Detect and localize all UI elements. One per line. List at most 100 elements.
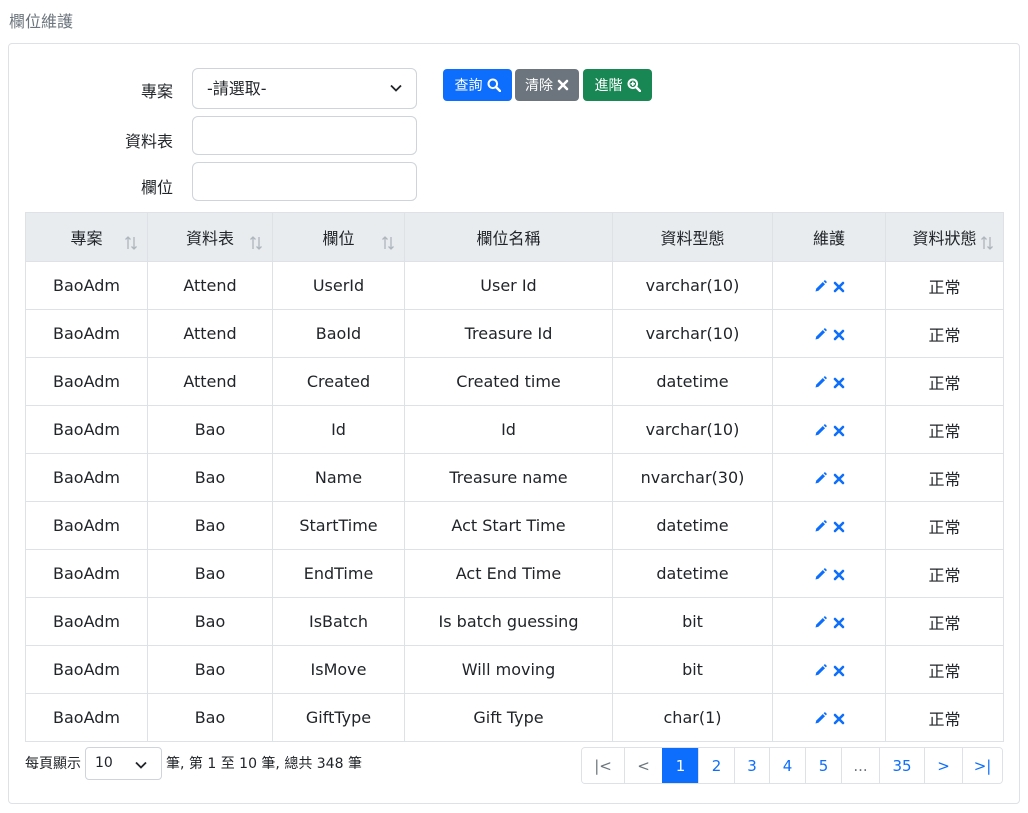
cell-actions bbox=[772, 357, 886, 406]
pencil-icon[interactable] bbox=[814, 568, 827, 581]
cell-field-name: Id bbox=[404, 405, 613, 454]
sort-icon bbox=[981, 236, 993, 250]
sort-icon bbox=[250, 236, 262, 250]
query-button-label: 查詢 bbox=[454, 78, 483, 94]
pencil-icon[interactable] bbox=[814, 664, 827, 677]
header-status[interactable]: 資料狀態 bbox=[885, 212, 1004, 262]
delete-icon[interactable] bbox=[833, 569, 845, 581]
page-prev-button[interactable]: < bbox=[624, 748, 662, 783]
cell-data-type: bit bbox=[612, 645, 773, 694]
cell-field: Id bbox=[272, 405, 405, 454]
advanced-button-label: 進階 bbox=[594, 78, 623, 94]
page-button[interactable]: 35 bbox=[879, 748, 924, 783]
row-actions bbox=[814, 568, 845, 581]
cell-table: Bao bbox=[147, 501, 273, 550]
cell-project: BaoAdm bbox=[25, 309, 148, 358]
cell-status: 正常 bbox=[885, 645, 1004, 694]
cell-field: UserId bbox=[272, 261, 405, 310]
cell-project: BaoAdm bbox=[25, 597, 148, 646]
delete-icon[interactable] bbox=[833, 329, 845, 341]
cell-project: BaoAdm bbox=[25, 405, 148, 454]
pencil-icon[interactable] bbox=[814, 424, 827, 437]
page-first-button[interactable]: |< bbox=[582, 748, 624, 783]
cell-field: StartTime bbox=[272, 501, 405, 550]
delete-icon[interactable] bbox=[833, 521, 845, 533]
page-next-button[interactable]: > bbox=[924, 748, 962, 783]
pencil-icon[interactable] bbox=[814, 520, 827, 533]
cell-table: Bao bbox=[147, 405, 273, 454]
table-label: 資料表 bbox=[124, 132, 173, 151]
pencil-icon[interactable] bbox=[814, 472, 827, 485]
cell-status: 正常 bbox=[885, 405, 1004, 454]
clear-button[interactable]: 清除 bbox=[515, 69, 579, 101]
table-header-row: 專案 資料表 欄位 欄位名稱 資料型態 維護 資料狀態 bbox=[25, 212, 1004, 262]
header-label: 資料表 bbox=[185, 229, 234, 248]
cell-data-type: varchar(10) bbox=[612, 261, 773, 310]
project-select[interactable]: -請選取- bbox=[192, 68, 417, 109]
header-label: 專案 bbox=[70, 229, 103, 248]
cell-actions bbox=[772, 693, 886, 742]
page-title: 欄位維護 bbox=[9, 12, 74, 31]
table-row: BaoAdm Bao IsMove Will moving bit 正常 bbox=[25, 645, 1004, 694]
pencil-icon[interactable] bbox=[814, 712, 827, 725]
table-row: BaoAdm Attend BaoId Treasure Id varchar(10) 正… bbox=[25, 309, 1004, 358]
table-row: BaoAdm Bao GiftType Gift Type char(1) 正常 bbox=[25, 693, 1004, 742]
delete-icon[interactable] bbox=[833, 473, 845, 485]
project-select-value: -請選取- bbox=[207, 79, 267, 98]
delete-icon[interactable] bbox=[833, 617, 845, 629]
cell-table: Attend bbox=[147, 357, 273, 406]
row-actions bbox=[814, 616, 845, 629]
cell-data-type: char(1) bbox=[612, 693, 773, 742]
row-actions bbox=[814, 424, 845, 437]
delete-icon[interactable] bbox=[833, 665, 845, 677]
table-row: BaoAdm Bao Name Treasure name nvarchar(30) 正常 bbox=[25, 453, 1004, 502]
page-button[interactable]: 1 bbox=[662, 748, 698, 783]
cell-actions bbox=[772, 453, 886, 502]
per-page-label: 每頁顯示 bbox=[25, 756, 81, 772]
cell-data-type: bit bbox=[612, 597, 773, 646]
header-data-type: 資料型態 bbox=[612, 212, 773, 262]
chevron-down-icon bbox=[390, 84, 402, 92]
delete-icon[interactable] bbox=[833, 713, 845, 725]
page-button[interactable]: 4 bbox=[769, 748, 805, 783]
table-input[interactable] bbox=[192, 116, 417, 155]
pencil-icon[interactable] bbox=[814, 280, 827, 293]
cell-field: BaoId bbox=[272, 309, 405, 358]
sort-icon bbox=[382, 236, 394, 250]
cell-actions bbox=[772, 549, 886, 598]
cell-data-type: datetime bbox=[612, 501, 773, 550]
table-row: BaoAdm Attend UserId User Id varchar(10) 正常 bbox=[25, 261, 1004, 310]
cell-field-name: Act End Time bbox=[404, 549, 613, 598]
pencil-icon[interactable] bbox=[814, 376, 827, 389]
cell-status: 正常 bbox=[885, 549, 1004, 598]
field-label: 欄位 bbox=[140, 178, 173, 197]
page-button[interactable]: 5 bbox=[805, 748, 841, 783]
delete-icon[interactable] bbox=[833, 377, 845, 389]
delete-icon[interactable] bbox=[833, 425, 845, 437]
header-field-name: 欄位名稱 bbox=[404, 212, 613, 262]
cell-field: IsBatch bbox=[272, 597, 405, 646]
header-field[interactable]: 欄位 bbox=[272, 212, 405, 262]
pencil-icon[interactable] bbox=[814, 616, 827, 629]
cell-status: 正常 bbox=[885, 357, 1004, 406]
page-size-select[interactable]: 10 bbox=[85, 746, 162, 780]
field-input[interactable] bbox=[192, 162, 417, 201]
pencil-icon[interactable] bbox=[814, 328, 827, 341]
page-last-button[interactable]: >| bbox=[962, 748, 1002, 783]
cell-field-name: Gift Type bbox=[404, 693, 613, 742]
advanced-button[interactable]: 進階 bbox=[583, 69, 652, 101]
page-size-control: 每頁顯示 10 筆, 第 1 至 10 筆, 總共 348 筆 bbox=[25, 746, 362, 780]
cell-actions bbox=[772, 645, 886, 694]
cell-field-name: Created time bbox=[404, 357, 613, 406]
page-button[interactable]: 3 bbox=[734, 748, 769, 783]
header-table[interactable]: 資料表 bbox=[147, 212, 273, 262]
cell-status: 正常 bbox=[885, 261, 1004, 310]
row-actions bbox=[814, 472, 845, 485]
page-button[interactable]: 2 bbox=[698, 748, 734, 783]
query-button[interactable]: 查詢 bbox=[443, 69, 512, 101]
header-project[interactable]: 專案 bbox=[25, 212, 148, 262]
header-label: 維護 bbox=[812, 229, 845, 248]
delete-icon[interactable] bbox=[833, 281, 845, 293]
row-actions bbox=[814, 280, 845, 293]
cell-status: 正常 bbox=[885, 693, 1004, 742]
